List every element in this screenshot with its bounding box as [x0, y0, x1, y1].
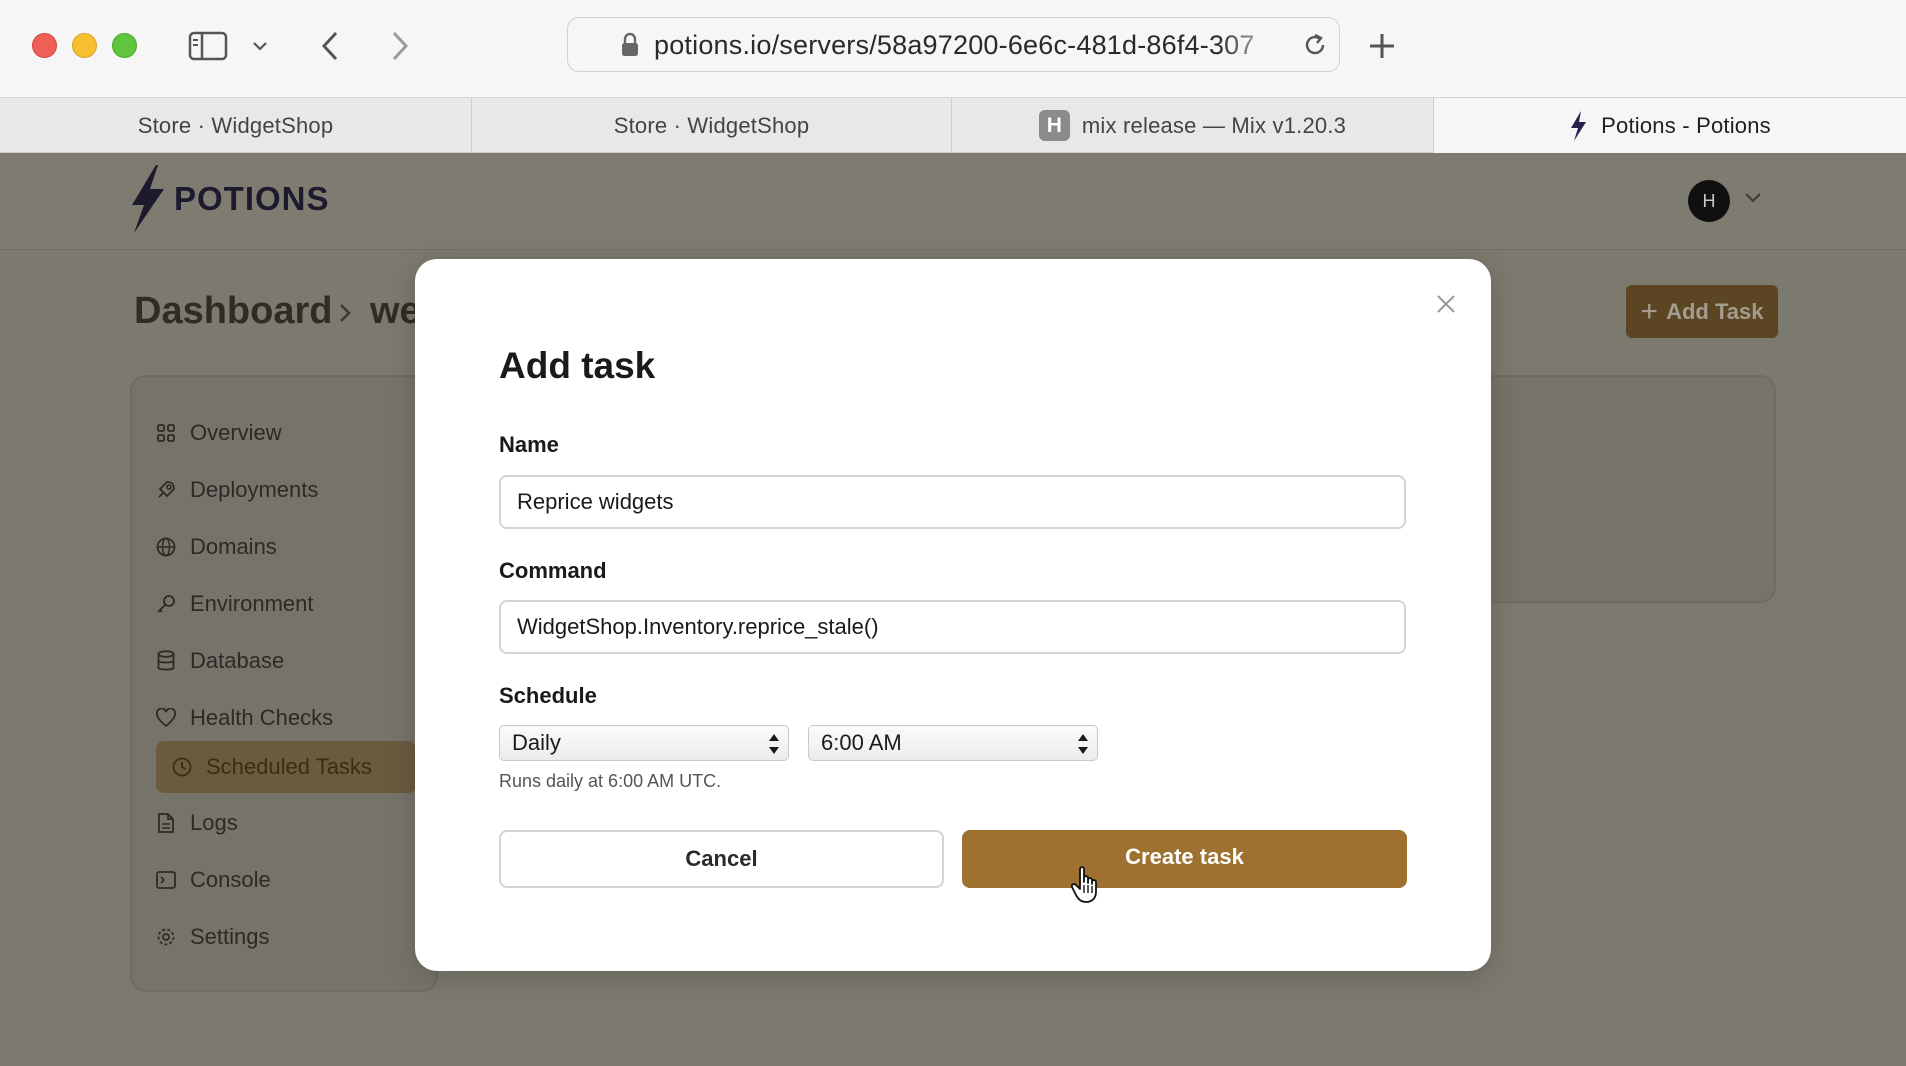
- schedule-label: Schedule: [499, 683, 597, 708]
- command-label: Command: [499, 558, 607, 583]
- sidebar-item-environment[interactable]: Environment: [154, 578, 414, 630]
- command-input[interactable]: [499, 600, 1406, 654]
- tab-bar: Store · WidgetShop Store · WidgetShop H …: [0, 97, 1906, 153]
- chevron-down-icon[interactable]: [1744, 191, 1762, 209]
- time-select[interactable]: 6:00 AM: [808, 725, 1098, 761]
- clock-icon: [170, 755, 194, 779]
- name-label: Name: [499, 432, 559, 457]
- reload-icon[interactable]: [1301, 31, 1329, 64]
- heart-icon: [154, 706, 178, 730]
- app-header: POTIONS H: [0, 153, 1906, 250]
- sidebar-item-overview[interactable]: Overview: [154, 407, 414, 459]
- address-bar[interactable]: potions.io/servers/58a97200-6e6c-481d-86…: [567, 17, 1340, 72]
- sidebar-item-deployments[interactable]: Deployments: [154, 464, 414, 516]
- plus-icon: +: [1640, 294, 1659, 328]
- tab-store-widgetshop-1[interactable]: Store · WidgetShop: [0, 98, 472, 153]
- lightning-logo-icon: [128, 163, 166, 235]
- hand-cursor-icon: [1070, 865, 1104, 910]
- tab-store-widgetshop-2[interactable]: Store · WidgetShop: [472, 98, 952, 153]
- forward-icon[interactable]: [382, 24, 418, 68]
- select-arrows-icon: [769, 734, 779, 754]
- sidebar-toggle-icon[interactable]: [186, 24, 230, 68]
- cancel-button[interactable]: Cancel: [499, 830, 944, 888]
- frequency-select[interactable]: Daily: [499, 725, 789, 761]
- sidebar: Overview Deployments Domains Environment…: [130, 375, 438, 992]
- key-icon: [154, 592, 178, 616]
- minimize-window-button[interactable]: [72, 33, 97, 58]
- potions-logo[interactable]: POTIONS: [128, 163, 330, 235]
- back-icon[interactable]: [312, 24, 348, 68]
- sidebar-item-scheduled-tasks[interactable]: Scheduled Tasks: [156, 741, 416, 793]
- chevron-right-icon: [338, 300, 352, 331]
- breadcrumb-dashboard[interactable]: Dashboard: [134, 290, 332, 333]
- name-input[interactable]: [499, 475, 1406, 529]
- avatar[interactable]: H: [1688, 180, 1730, 222]
- terminal-icon: [154, 868, 178, 892]
- file-icon: [154, 811, 178, 835]
- modal-title: Add task: [499, 345, 656, 386]
- add-task-button[interactable]: + Add Task: [1626, 285, 1778, 338]
- logo-text: POTIONS: [174, 180, 330, 217]
- sidebar-item-domains[interactable]: Domains: [154, 521, 414, 573]
- breadcrumb-current: we: [370, 290, 421, 332]
- create-task-button[interactable]: Create task: [962, 830, 1407, 888]
- sidebar-item-logs[interactable]: Logs: [154, 797, 414, 849]
- add-task-modal: Add task Name Command Schedule Daily 6:0…: [415, 259, 1491, 971]
- tab-potions[interactable]: Potions - Potions: [1434, 98, 1906, 153]
- sidebar-item-settings[interactable]: Settings: [154, 911, 414, 963]
- globe-icon: [154, 535, 178, 559]
- sidebar-item-health-checks[interactable]: Health Checks: [154, 692, 414, 744]
- select-arrows-icon: [1078, 734, 1088, 754]
- chevron-down-icon[interactable]: [248, 24, 272, 68]
- close-window-button[interactable]: [32, 33, 57, 58]
- grid-icon: [154, 421, 178, 445]
- content-card: [1480, 375, 1776, 603]
- sidebar-item-database[interactable]: Database: [154, 635, 414, 687]
- tab-favicon: H: [1038, 110, 1070, 141]
- rocket-icon: [154, 478, 178, 502]
- potions-favicon-icon: [1569, 110, 1587, 141]
- browser-toolbar: potions.io/servers/58a97200-6e6c-481d-86…: [0, 0, 1906, 97]
- sidebar-item-console[interactable]: Console: [154, 854, 414, 906]
- url-text: potions.io/servers/58a97200-6e6c-481d-86…: [654, 30, 1255, 60]
- new-tab-icon[interactable]: [1364, 24, 1400, 68]
- tab-mix-release[interactable]: H mix release — Mix v1.20.3: [952, 98, 1434, 153]
- close-icon[interactable]: [1431, 289, 1461, 319]
- lock-icon: [620, 32, 640, 63]
- gear-icon: [154, 925, 178, 949]
- zoom-window-button[interactable]: [112, 33, 137, 58]
- database-icon: [154, 649, 178, 673]
- schedule-hint: Runs daily at 6:00 AM UTC.: [499, 771, 722, 791]
